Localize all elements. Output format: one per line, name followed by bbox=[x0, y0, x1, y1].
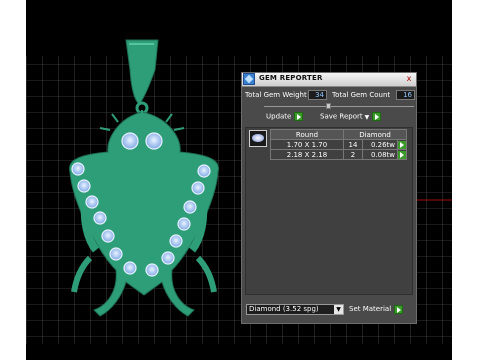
update-button[interactable]: Update bbox=[266, 112, 304, 123]
gem-size: 1.70 X 1.70 bbox=[270, 139, 344, 150]
table-row[interactable]: 2.18 X 2.18 2 0.08tw bbox=[270, 149, 407, 160]
gem-weight: 0.26tw bbox=[362, 139, 398, 150]
total-weight-value: 34 bbox=[308, 90, 327, 100]
dropdown-arrow-icon: ▼ bbox=[364, 113, 370, 121]
total-count-value: 16 bbox=[396, 90, 415, 100]
gem-list: Round Diamond 1.70 X 1.70 14 0.26tw 2.18… bbox=[245, 127, 413, 295]
go-arrow-icon bbox=[372, 112, 382, 121]
slider-track bbox=[264, 106, 414, 107]
row-go-button[interactable] bbox=[397, 149, 407, 160]
panel-title: GEM REPORTER bbox=[259, 74, 323, 82]
shape-header: Round bbox=[270, 129, 344, 140]
gem-table: Round Diamond 1.70 X 1.70 14 0.26tw 2.18… bbox=[270, 129, 407, 160]
update-label: Update bbox=[266, 112, 292, 121]
gem-count: 2 bbox=[343, 149, 363, 160]
total-count-label: Total Gem Count bbox=[332, 91, 391, 99]
gem-count: 14 bbox=[343, 139, 363, 150]
material-select[interactable]: Diamond (3.52 spg) ▼ bbox=[246, 304, 344, 315]
gem-reporter-panel: GEM REPORTER x Total Gem Weight 34 Total… bbox=[241, 72, 417, 324]
save-report-button[interactable]: Save Report ▼ bbox=[320, 112, 382, 123]
go-arrow-icon bbox=[394, 304, 404, 314]
save-report-label: Save Report bbox=[320, 112, 363, 121]
slider-thumb[interactable] bbox=[326, 103, 331, 109]
go-arrow-icon bbox=[398, 150, 406, 159]
total-weight-label: Total Gem Weight bbox=[245, 91, 307, 99]
table-row[interactable]: 1.70 X 1.70 14 0.26tw bbox=[270, 139, 407, 150]
material-select-value: Diamond (3.52 spg) bbox=[249, 305, 319, 313]
go-arrow-icon bbox=[398, 140, 406, 149]
go-arrow-icon bbox=[294, 112, 304, 121]
panel-titlebar[interactable]: GEM REPORTER x bbox=[242, 73, 416, 87]
set-material-button[interactable]: Set Material bbox=[349, 304, 404, 315]
gem-weight: 0.08tw bbox=[362, 149, 398, 160]
table-header-row: Round Diamond bbox=[270, 129, 407, 140]
material-header: Diamond bbox=[343, 129, 407, 140]
totals-row: Total Gem Weight 34 Total Gem Count 16 bbox=[245, 90, 415, 101]
set-material-label: Set Material bbox=[349, 305, 392, 313]
chevron-down-icon: ▼ bbox=[334, 305, 343, 314]
gem-size: 2.18 X 2.18 bbox=[270, 149, 344, 160]
gem-reporter-icon bbox=[243, 73, 255, 85]
close-icon[interactable]: x bbox=[404, 74, 414, 84]
round-gem-icon[interactable] bbox=[249, 130, 267, 147]
row-go-button[interactable] bbox=[397, 139, 407, 150]
